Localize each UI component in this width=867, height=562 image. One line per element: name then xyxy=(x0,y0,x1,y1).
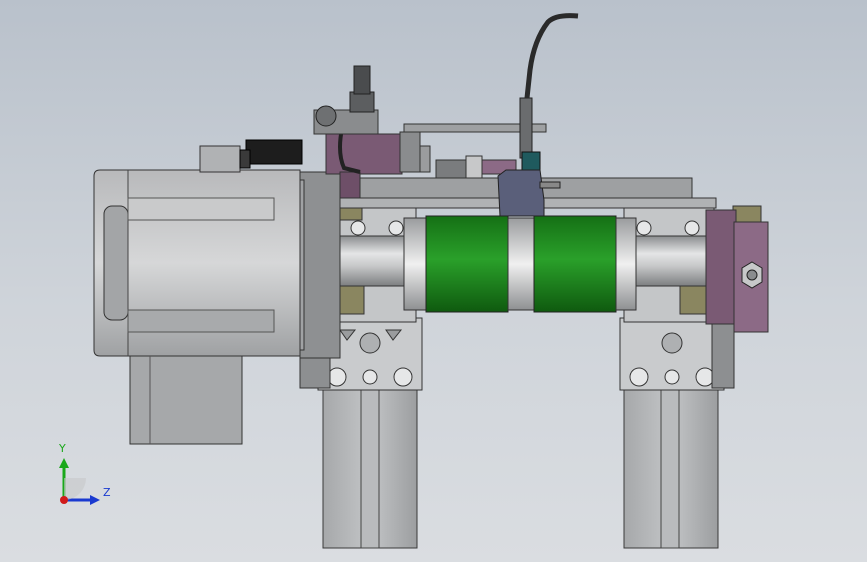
bearing-block-left[interactable] xyxy=(337,285,365,315)
z-axis-label: Z xyxy=(103,486,111,499)
aluminum-profile-right[interactable] xyxy=(623,387,719,549)
side-plate-right[interactable] xyxy=(711,319,735,389)
motor-flange[interactable] xyxy=(295,171,341,359)
connector-block[interactable] xyxy=(239,139,303,169)
y-axis-label: Y xyxy=(59,442,66,455)
adjust-screw[interactable] xyxy=(313,65,379,135)
bearing-block-top-right[interactable] xyxy=(732,205,762,225)
small-bracket-1[interactable] xyxy=(435,159,467,179)
green-roller[interactable] xyxy=(403,215,637,313)
aluminum-profile-left[interactable] xyxy=(322,387,418,549)
profile-section-right[interactable] xyxy=(619,317,725,391)
coordinate-triad xyxy=(59,458,100,505)
cad-viewport[interactable]: Y Z xyxy=(0,0,867,562)
bearing-block-right[interactable] xyxy=(679,285,707,315)
assembly-drawing[interactable] xyxy=(0,0,867,562)
servo-motor[interactable] xyxy=(93,145,301,357)
small-bracket-2[interactable] xyxy=(465,155,483,179)
bearing-housing[interactable] xyxy=(705,209,769,333)
sensor-cable xyxy=(524,13,579,99)
gearbox[interactable] xyxy=(129,355,243,445)
proximity-sensor[interactable] xyxy=(519,97,541,171)
